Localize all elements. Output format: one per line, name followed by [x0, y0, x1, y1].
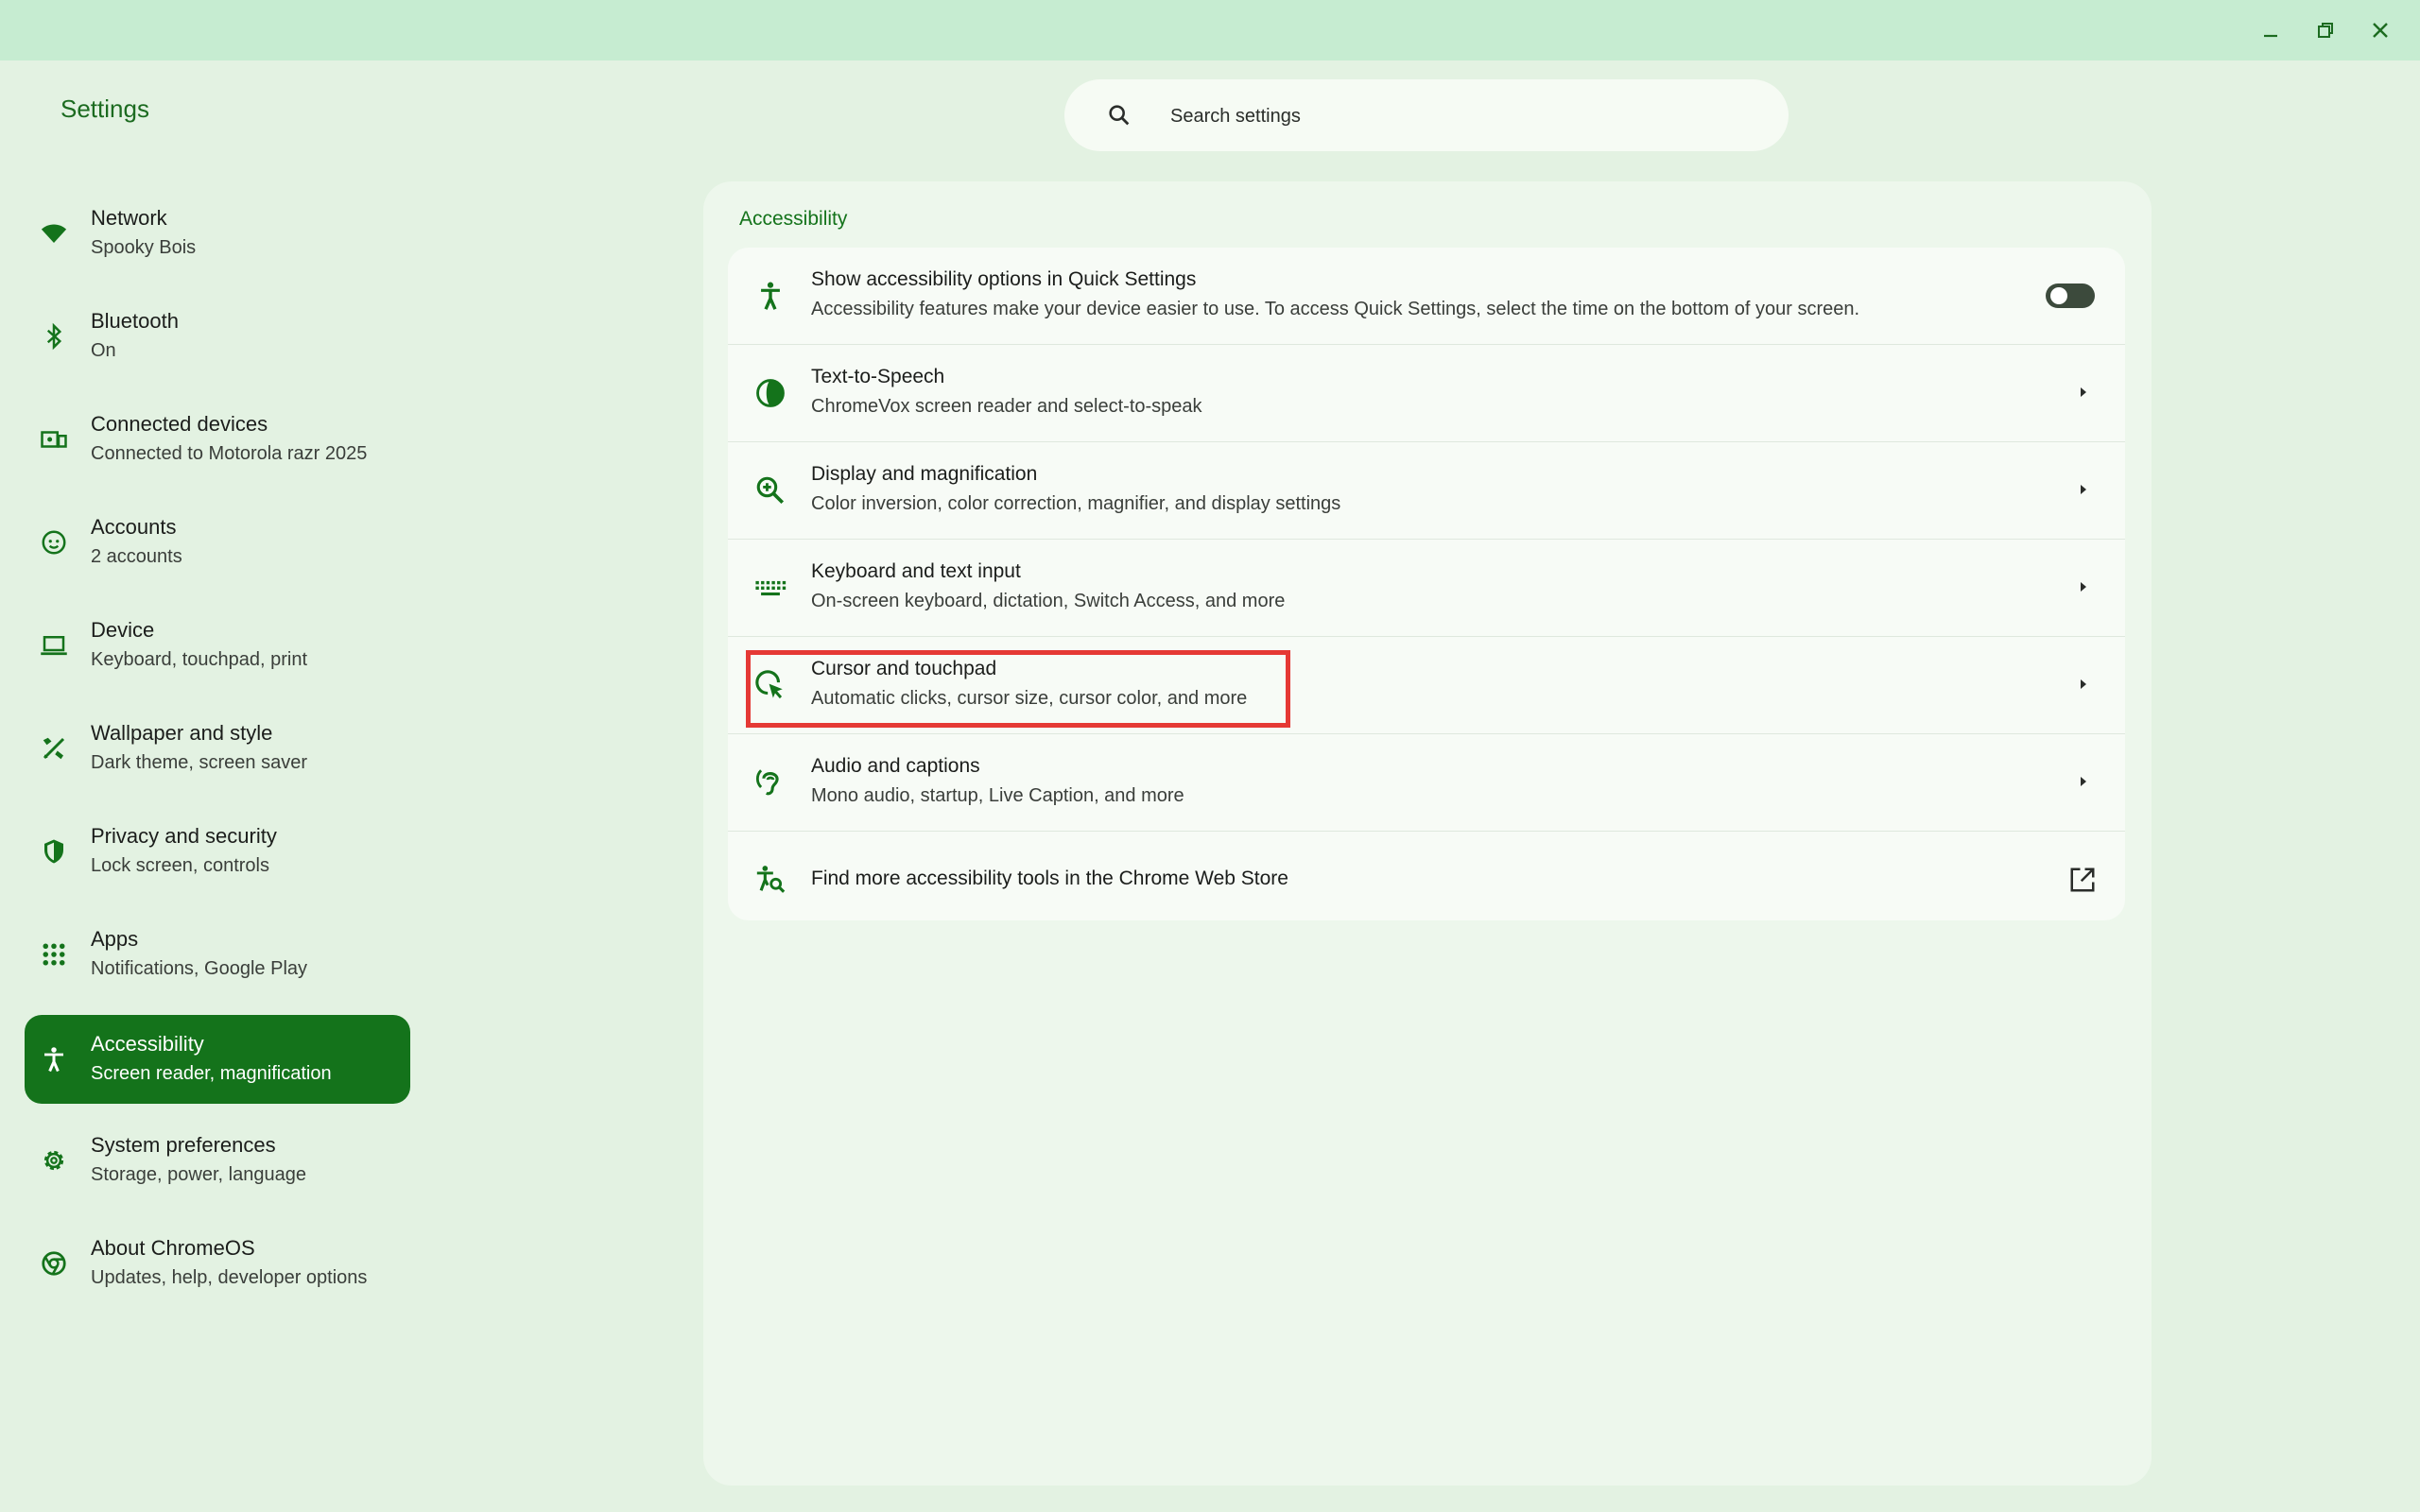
sidebar-item-subtitle: Connected to Motorola razr 2025: [91, 443, 367, 465]
row-keyboard-text-input[interactable]: Keyboard and text input On-screen keyboa…: [728, 540, 2125, 637]
chevron-right-icon: [2072, 381, 2095, 404]
close-icon: [2369, 19, 2392, 42]
sidebar-item-accessibility[interactable]: Accessibility Screen reader, magnificati…: [25, 1015, 410, 1104]
row-display-magnification[interactable]: Display and magnification Color inversio…: [728, 442, 2125, 540]
title-bar: [0, 0, 2420, 60]
sidebar-item-system-preferences[interactable]: System preferences Storage, power, langu…: [25, 1116, 410, 1205]
chevron-right-icon: [2072, 673, 2095, 696]
row-cursor-touchpad[interactable]: Cursor and touchpad Automatic clicks, cu…: [728, 637, 2125, 734]
row-title: Show accessibility options in Quick Sett…: [811, 268, 1196, 291]
app-title: Settings: [60, 94, 149, 124]
sidebar-item-privacy[interactable]: Privacy and security Lock screen, contro…: [25, 807, 410, 896]
sidebar-item-title: Accessibility: [91, 1032, 204, 1057]
gear-icon: [40, 1146, 68, 1175]
row-title: Display and magnification: [811, 463, 1037, 486]
sidebar-item-subtitle: Dark theme, screen saver: [91, 752, 307, 774]
settings-card: Show accessibility options in Quick Sett…: [728, 248, 2125, 920]
row-quick-settings-accessibility[interactable]: Show accessibility options in Quick Sett…: [728, 248, 2125, 345]
sidebar-item-title: About ChromeOS: [91, 1236, 255, 1261]
external-link-icon[interactable]: [2068, 866, 2097, 894]
minimize-button[interactable]: [2254, 13, 2288, 47]
row-subtitle: Color inversion, color correction, magni…: [811, 493, 1340, 515]
row-title: Cursor and touchpad: [811, 658, 996, 680]
row-title: Text-to-Speech: [811, 366, 944, 388]
accounts-icon: [40, 528, 68, 557]
sidebar-item-subtitle: Keyboard, touchpad, print: [91, 649, 307, 671]
paint-icon: [40, 734, 68, 763]
sidebar-item-subtitle: On: [91, 340, 116, 362]
sidebar-item-subtitle: Spooky Bois: [91, 237, 196, 259]
search-icon: [1106, 102, 1132, 129]
sidebar-item-wallpaper[interactable]: Wallpaper and style Dark theme, screen s…: [25, 704, 410, 793]
apps-grid-icon: [40, 940, 68, 969]
accessibility-icon: [754, 280, 786, 312]
section-title: Accessibility: [739, 208, 847, 231]
sidebar-item-title: System preferences: [91, 1133, 276, 1158]
row-audio-captions[interactable]: Audio and captions Mono audio, startup, …: [728, 734, 2125, 832]
sidebar-item-bluetooth[interactable]: Bluetooth On: [25, 292, 410, 381]
sidebar-item-title: Accounts: [91, 515, 177, 540]
sidebar-item-about-chromeos[interactable]: About ChromeOS Updates, help, developer …: [25, 1219, 410, 1308]
sidebar-item-network[interactable]: Network Spooky Bois: [25, 189, 410, 278]
hearing-icon: [754, 766, 786, 799]
bluetooth-icon: [40, 322, 68, 351]
row-subtitle: ChromeVox screen reader and select-to-sp…: [811, 396, 1202, 418]
main-panel: Accessibility Show accessibility options…: [703, 181, 2152, 1486]
row-title: Keyboard and text input: [811, 560, 1021, 583]
sidebar-item-connected-devices[interactable]: Connected devices Connected to Motorola …: [25, 395, 410, 484]
sidebar-item-title: Network: [91, 206, 167, 231]
restore-icon: [2314, 19, 2337, 42]
sidebar-item-title: Connected devices: [91, 412, 268, 437]
chrome-icon: [40, 1249, 68, 1278]
sidebar-item-subtitle: Storage, power, language: [91, 1164, 306, 1186]
sidebar-item-apps[interactable]: Apps Notifications, Google Play: [25, 910, 410, 999]
sidebar-item-title: Bluetooth: [91, 309, 179, 334]
chevron-right-icon: [2072, 770, 2095, 793]
quick-settings-toggle[interactable]: [2046, 284, 2095, 308]
row-subtitle: On-screen keyboard, dictation, Switch Ac…: [811, 591, 1285, 612]
sidebar-item-title: Apps: [91, 927, 138, 952]
sidebar-item-subtitle: Screen reader, magnification: [91, 1063, 332, 1085]
accessibility-icon: [40, 1045, 68, 1074]
row-text-to-speech[interactable]: Text-to-Speech ChromeVox screen reader a…: [728, 345, 2125, 442]
row-chrome-web-store-link[interactable]: Find more accessibility tools in the Chr…: [728, 832, 2125, 920]
chevron-right-icon: [2072, 576, 2095, 598]
row-subtitle: Accessibility features make your device …: [811, 299, 1859, 320]
search-input[interactable]: [1168, 79, 1758, 153]
row-subtitle: Mono audio, startup, Live Caption, and m…: [811, 785, 1184, 807]
laptop-icon: [40, 631, 68, 660]
chevron-right-icon: [2072, 478, 2095, 501]
sidebar-item-subtitle: Notifications, Google Play: [91, 958, 307, 980]
wifi-icon: [40, 219, 68, 248]
sidebar-item-subtitle: Lock screen, controls: [91, 855, 269, 877]
sidebar-item-subtitle: Updates, help, developer options: [91, 1267, 367, 1289]
sidebar-item-accounts[interactable]: Accounts 2 accounts: [25, 498, 410, 587]
minimize-icon: [2259, 19, 2282, 42]
shield-icon: [40, 837, 68, 866]
search-box[interactable]: [1064, 79, 1789, 151]
row-title: Find more accessibility tools in the Chr…: [811, 868, 1288, 890]
close-button[interactable]: [2363, 13, 2397, 47]
toggle-knob: [2050, 287, 2067, 304]
keyboard-icon: [754, 572, 786, 604]
cursor-icon: [754, 669, 786, 701]
zoom-in-icon: [754, 474, 786, 507]
restore-button[interactable]: [2308, 13, 2342, 47]
sidebar-item-device[interactable]: Device Keyboard, touchpad, print: [25, 601, 410, 690]
sidebar-item-subtitle: 2 accounts: [91, 546, 182, 568]
row-title: Audio and captions: [811, 755, 980, 778]
sidebar-item-title: Wallpaper and style: [91, 721, 272, 746]
connected-devices-icon: [40, 425, 68, 454]
sidebar-item-title: Privacy and security: [91, 824, 277, 849]
sidebar-item-title: Device: [91, 618, 154, 643]
text-to-speech-icon: [754, 377, 786, 409]
accessibility-search-icon: [754, 864, 786, 896]
row-subtitle: Automatic clicks, cursor size, cursor co…: [811, 688, 1247, 710]
